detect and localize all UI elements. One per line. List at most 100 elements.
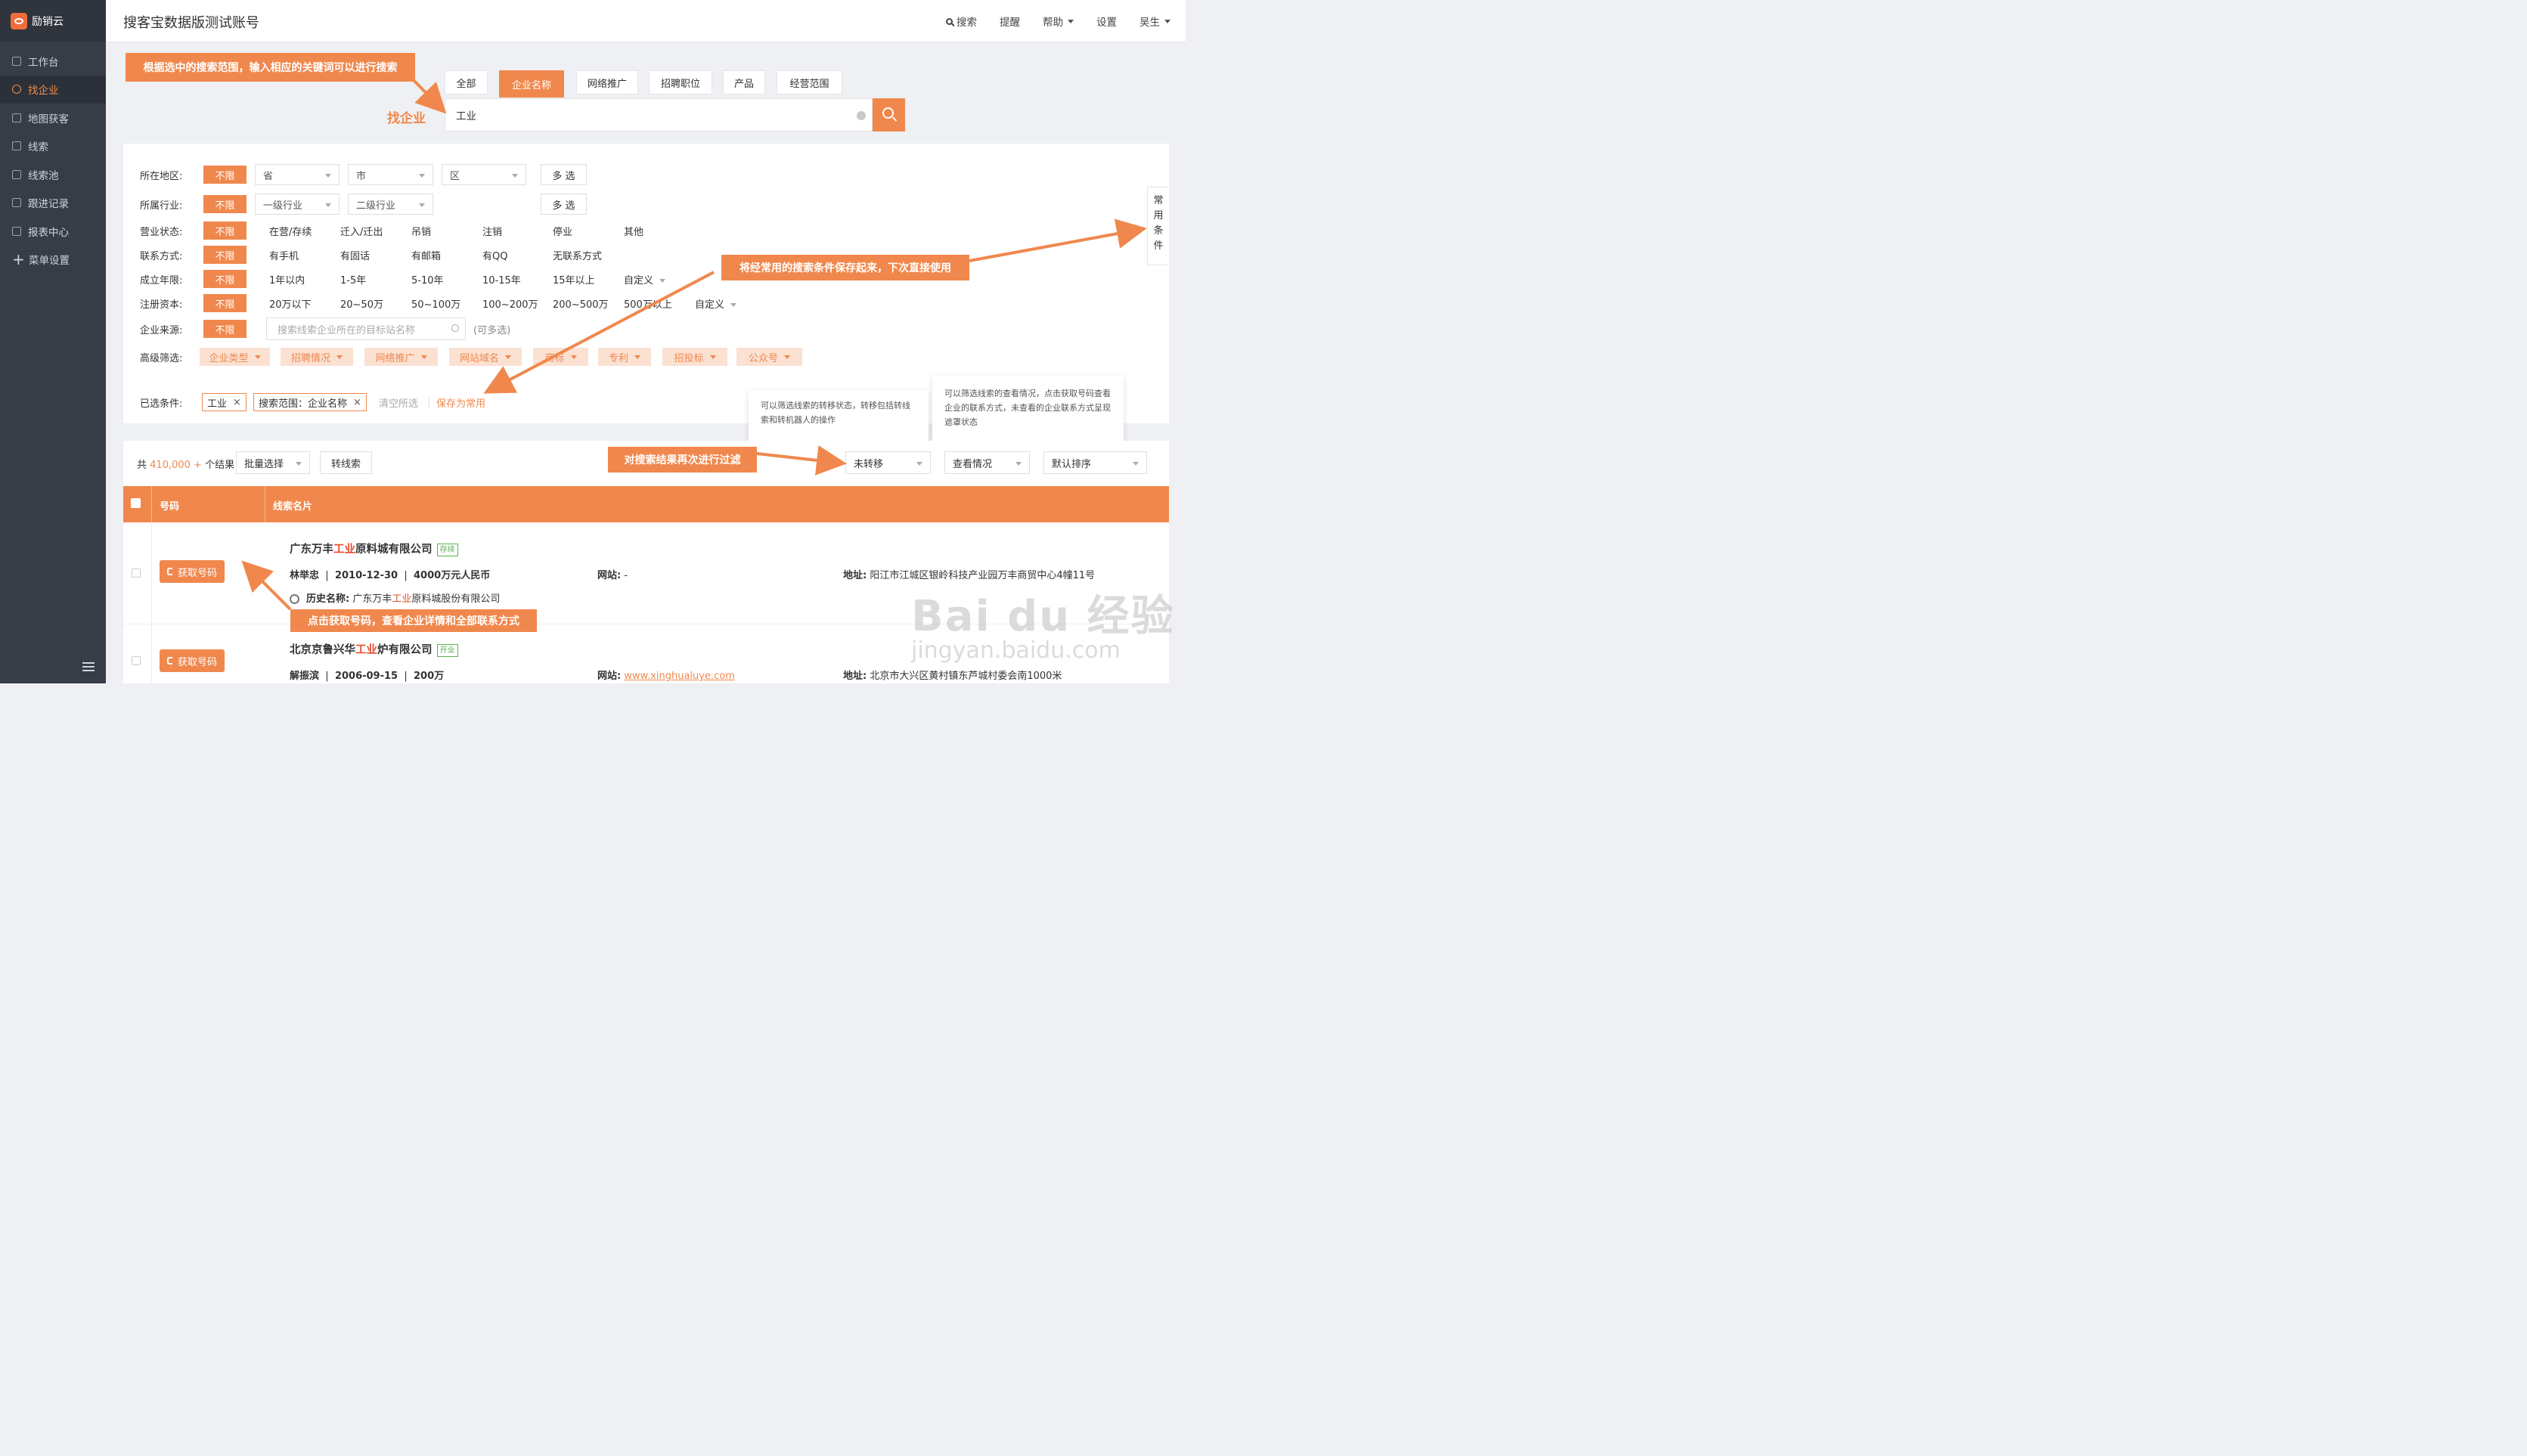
source-search-input[interactable]: 搜索线索企业所在的目标站名称: [266, 318, 466, 340]
sidebar-item-reports[interactable]: 报表中心: [0, 217, 106, 246]
company-name[interactable]: 北京京鲁兴华工业炉有限公司 开业: [290, 641, 458, 657]
advanced-recruitment[interactable]: 招聘情况: [281, 348, 353, 366]
unlimited-button[interactable]: 不限: [203, 221, 246, 240]
unlimited-button[interactable]: 不限: [203, 246, 246, 264]
filter-option[interactable]: 50~100万: [411, 296, 460, 311]
filter-label: 企业来源:: [140, 324, 183, 336]
app: 励销云 工作台 找企业 地图获客 线索 线索池 跟进记录 报表中心 + 菜单设置 …: [0, 0, 1186, 683]
filter-option[interactable]: 500万以上: [624, 296, 672, 311]
row-checkbox[interactable]: [132, 656, 141, 665]
select-all-checkbox[interactable]: [131, 498, 141, 508]
close-icon[interactable]: ×: [353, 397, 361, 408]
industry-level2-select[interactable]: 二级行业: [348, 194, 433, 215]
get-number-button[interactable]: 获取号码: [160, 560, 225, 583]
filter-option[interactable]: 20~50万: [340, 296, 383, 311]
top-help-menu[interactable]: 帮助: [1043, 14, 1074, 29]
advanced-trademark[interactable]: 商标: [533, 348, 588, 366]
sidebar-item-find-company[interactable]: 找企业: [0, 75, 106, 104]
sidebar-item-map[interactable]: 地图获客: [0, 104, 106, 132]
filter-option[interactable]: 在营/存续: [269, 224, 312, 238]
close-icon[interactable]: ×: [233, 397, 241, 408]
site-link[interactable]: www.xinghualuye.com: [624, 671, 735, 682]
chevron-down-icon: [659, 278, 666, 283]
city-select[interactable]: 市: [348, 164, 433, 185]
custom-capital-dropdown[interactable]: 自定义: [695, 296, 737, 311]
unlimited-button[interactable]: 不限: [203, 270, 246, 288]
common-conditions-tab[interactable]: 常 用 条 件: [1147, 187, 1169, 265]
clear-icon[interactable]: [857, 111, 866, 120]
save-common-link[interactable]: 保存为常用: [436, 395, 485, 410]
search-button[interactable]: [873, 98, 905, 132]
clear-selected-link[interactable]: 清空所选: [379, 395, 418, 410]
filter-option[interactable]: 200~500万: [553, 296, 609, 311]
tab-company-name[interactable]: 企业名称: [499, 70, 564, 98]
filter-option[interactable]: 注销: [482, 224, 502, 238]
row-checkbox[interactable]: [132, 568, 141, 578]
sidebar-item-workbench[interactable]: 工作台: [0, 47, 106, 76]
filter-option[interactable]: 5-10年: [411, 272, 444, 287]
filter-option[interactable]: 有固话: [340, 248, 370, 262]
filter-option[interactable]: 有邮箱: [411, 248, 441, 262]
filter-option[interactable]: 有QQ: [482, 248, 507, 262]
district-select[interactable]: 区: [442, 164, 526, 185]
filter-option[interactable]: 有手机: [269, 248, 299, 262]
select-value: 未转移: [854, 458, 884, 470]
filter-option[interactable]: 吊销: [411, 224, 431, 238]
sidebar-item-clue-pool[interactable]: 线索池: [0, 160, 106, 189]
advanced-patent[interactable]: 专利: [598, 348, 651, 366]
unlimited-button[interactable]: 不限: [203, 166, 246, 184]
advanced-bidding[interactable]: 招投标: [662, 348, 727, 366]
filter-option[interactable]: 1年以内: [269, 272, 305, 287]
company-name[interactable]: 广东万丰工业原料城有限公司 存续: [290, 541, 458, 556]
province-select[interactable]: 省: [255, 164, 340, 185]
top-search-link[interactable]: 搜索: [946, 14, 977, 29]
user-menu[interactable]: 吴生: [1139, 14, 1170, 29]
brand[interactable]: 励销云: [0, 0, 106, 42]
tab-product[interactable]: 产品: [723, 70, 765, 94]
select-value: 一级行业: [263, 200, 303, 212]
multi-select-button[interactable]: 多 选: [541, 194, 587, 215]
selected-chip-scope: 搜索范围：企业名称 ×: [253, 393, 367, 411]
filter-option[interactable]: 其他: [624, 224, 643, 238]
advanced-domain[interactable]: 网站域名: [449, 348, 522, 366]
get-number-button[interactable]: 获取号码: [160, 649, 225, 672]
custom-years-dropdown[interactable]: 自定义: [624, 272, 666, 287]
source-hint: (可多选): [473, 324, 511, 336]
top-remind-link[interactable]: 提醒: [1000, 14, 1020, 29]
select-value: 区: [450, 170, 460, 182]
industry-level1-select[interactable]: 一级行业: [255, 194, 340, 215]
sidebar-item-menu-settings[interactable]: + 菜单设置: [0, 246, 106, 274]
chip-label: 工业: [207, 398, 228, 410]
advanced-company-type[interactable]: 企业类型: [200, 348, 270, 366]
tab-jobs[interactable]: 招聘职位: [649, 70, 712, 94]
tab-web-promotion[interactable]: 网络推广: [576, 70, 638, 94]
filter-option[interactable]: 15年以上: [553, 272, 595, 287]
filter-option[interactable]: 停业: [553, 224, 572, 238]
search-input[interactable]: 工业: [445, 98, 873, 132]
unlimited-button[interactable]: 不限: [203, 195, 246, 213]
advanced-official-account[interactable]: 公众号: [736, 348, 802, 366]
sort-select[interactable]: 默认排序: [1043, 451, 1147, 474]
collapse-sidebar-icon[interactable]: [82, 662, 95, 671]
sidebar-item-follow-up[interactable]: 跟进记录: [0, 189, 106, 218]
transfer-filter-select[interactable]: 未转移: [845, 451, 931, 474]
unlimited-button[interactable]: 不限: [203, 320, 246, 338]
filter-option[interactable]: 迁入/迁出: [340, 224, 383, 238]
batch-select[interactable]: 批量选择: [236, 451, 310, 474]
multi-select-button[interactable]: 多 选: [541, 164, 587, 185]
unlimited-button[interactable]: 不限: [203, 294, 246, 312]
filter-option[interactable]: 1-5年: [340, 272, 366, 287]
sidebar-item-clues[interactable]: 线索: [0, 132, 106, 161]
filter-option[interactable]: 无联系方式: [553, 248, 602, 262]
filter-option[interactable]: 20万以下: [269, 296, 312, 311]
callout-search-tip: 根据选中的搜索范围，输入相应的关键词可以进行搜索: [126, 53, 415, 82]
filter-label: 注册资本:: [140, 299, 183, 311]
filter-option[interactable]: 100~200万: [482, 296, 538, 311]
tab-all[interactable]: 全部: [445, 70, 488, 94]
to-clue-button[interactable]: 转线索: [320, 451, 372, 474]
tab-business-scope[interactable]: 经营范围: [777, 70, 842, 94]
filter-option[interactable]: 10-15年: [482, 272, 521, 287]
top-settings-link[interactable]: 设置: [1096, 14, 1117, 29]
advanced-web-promotion[interactable]: 网络推广: [364, 348, 438, 366]
view-filter-select[interactable]: 查看情况: [944, 451, 1030, 474]
